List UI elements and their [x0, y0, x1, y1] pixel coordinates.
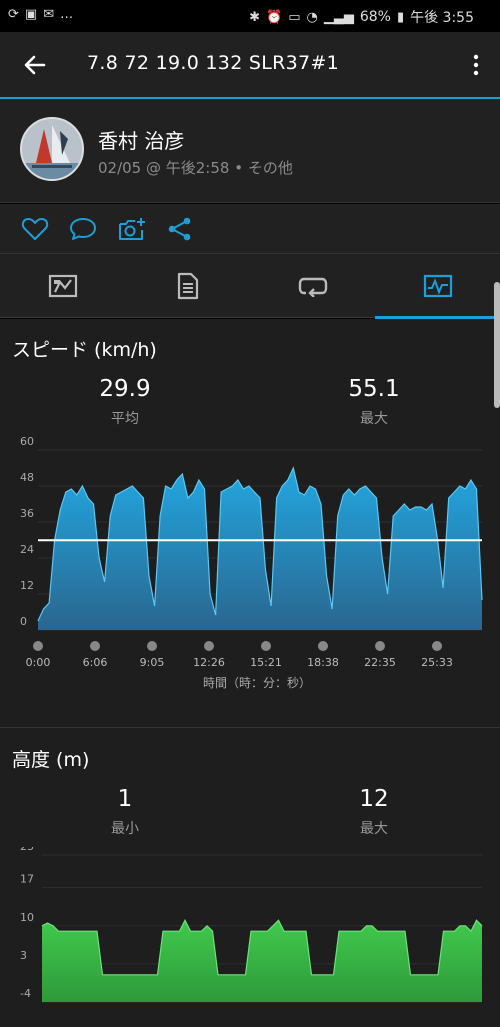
heart-icon[interactable] — [21, 216, 49, 242]
series-area — [38, 468, 482, 630]
app-bar: 7.8 72 19.0 132 SLR37#1 — [0, 32, 500, 98]
document-icon — [177, 272, 198, 300]
x-tick-label: 18:38 — [307, 656, 339, 669]
activity-tabs — [0, 254, 500, 318]
x-tick-marker — [90, 641, 100, 651]
overflow-menu-icon[interactable] — [470, 50, 482, 80]
altitude-max-label: 最大 — [360, 821, 388, 837]
y-tick-label: 12 — [20, 579, 34, 592]
altitude-min-label: 最小 — [111, 821, 139, 837]
laps-tab[interactable] — [250, 254, 375, 318]
comment-icon[interactable] — [69, 216, 97, 242]
x-tick-marker — [147, 641, 157, 651]
avatar-image — [22, 119, 82, 179]
x-tick-marker — [432, 641, 442, 651]
map-icon — [48, 274, 77, 298]
x-tick-marker — [33, 641, 43, 651]
sync-icon: ⟳ — [8, 7, 19, 22]
x-tick-marker — [204, 641, 214, 651]
speed-max-value: 55.1 — [348, 376, 400, 402]
details-tab[interactable] — [125, 254, 250, 318]
d-app-icon: ▣ — [24, 7, 38, 22]
y-tick-label: 0 — [20, 615, 27, 628]
mail-icon: ✉ — [43, 7, 55, 22]
status-bar: ⟳ ▣ ✉ … ✱ ⏰ ▭ ◔ ▁▃▅ 68% ▮ 午後 3:55 — [0, 0, 500, 32]
y-tick-label: 17 — [20, 873, 34, 886]
x-tick-marker — [318, 641, 328, 651]
share-icon[interactable] — [166, 216, 194, 242]
activity-header: 香村 治彦 02/05 @ 午後2:58 • その他 — [0, 99, 500, 203]
speed-avg-label: 平均 — [111, 411, 139, 427]
x-tick-label: 15:21 — [250, 656, 282, 669]
signal-icon: ▁▃▅ — [323, 9, 354, 25]
x-tick-label: 12:26 — [193, 656, 225, 669]
y-tick-label: 60 — [20, 435, 34, 448]
speed-avg-value: 29.9 — [99, 376, 151, 402]
add-photo-icon[interactable] — [118, 216, 146, 242]
y-tick-label: -4 — [20, 987, 31, 1000]
y-tick-label: 3 — [20, 949, 27, 962]
activity-title: 7.8 72 19.0 132 SLR37#1 — [87, 52, 340, 74]
charts-tab[interactable] — [375, 254, 500, 318]
bluetooth-icon: ✱ — [249, 9, 260, 25]
altitude-chart[interactable]: -4 3 10 17 23 — [0, 847, 500, 1027]
clock: 午後 3:55 — [410, 10, 474, 26]
y-tick-label: 10 — [20, 911, 34, 924]
altitude-min-value: 1 — [117, 786, 133, 812]
system-icons: ✱ ⏰ ▭ ◔ ▁▃▅ 68% ▮ 午後 3:55 — [249, 7, 474, 27]
y-tick-label: 23 — [20, 847, 34, 853]
alarm-icon: ⏰ — [266, 9, 283, 25]
more-dots-icon: … — [60, 7, 74, 22]
x-tick-marker — [261, 641, 271, 651]
back-arrow-icon[interactable] — [20, 50, 50, 80]
altitude-title: 高度 (m) — [12, 749, 90, 771]
x-tick-label: 0:00 — [26, 656, 51, 669]
x-axis-label: 時間（時：分：秒） — [203, 676, 311, 690]
notification-icons: ⟳ ▣ ✉ … — [8, 7, 73, 22]
y-tick-label: 48 — [20, 471, 34, 484]
volte-icon: ▭ — [288, 9, 301, 25]
x-tick-label: 6:06 — [83, 656, 108, 669]
y-tick-label: 24 — [20, 543, 34, 556]
user-name[interactable]: 香村 治彦 — [98, 125, 184, 154]
x-tick-label: 9:05 — [140, 656, 165, 669]
speed-title: スピード (km/h) — [12, 339, 157, 361]
x-tick-label: 22:35 — [364, 656, 396, 669]
laps-icon — [298, 277, 327, 297]
charts-content[interactable]: スピード (km/h) 29.9 平均 55.1 最大 0 12 24 36 48 60 0… — [0, 319, 500, 1027]
speed-max-label: 最大 — [360, 411, 388, 427]
overview-tab[interactable] — [0, 254, 125, 318]
y-tick-label: 36 — [20, 507, 34, 520]
chart-icon — [423, 274, 452, 298]
avatar[interactable] — [20, 117, 84, 181]
battery-icon: ▮ — [396, 9, 405, 25]
x-tick-label: 25:33 — [421, 656, 453, 669]
wifi-icon: ◔ — [306, 9, 318, 25]
activity-date-type: 02/05 @ 午後2:58 • その他 — [98, 159, 293, 177]
series-area — [42, 920, 482, 1002]
speed-chart[interactable]: 0 12 24 36 48 60 0:00 6:06 9:05 12:26 15:21 18:38 22… — [0, 434, 500, 694]
section-divider — [0, 727, 500, 728]
scrollbar[interactable] — [494, 282, 500, 408]
social-actions — [0, 204, 500, 254]
altitude-max-value: 12 — [359, 786, 389, 812]
battery-percent: 68% — [359, 9, 391, 25]
x-tick-marker — [375, 641, 385, 651]
